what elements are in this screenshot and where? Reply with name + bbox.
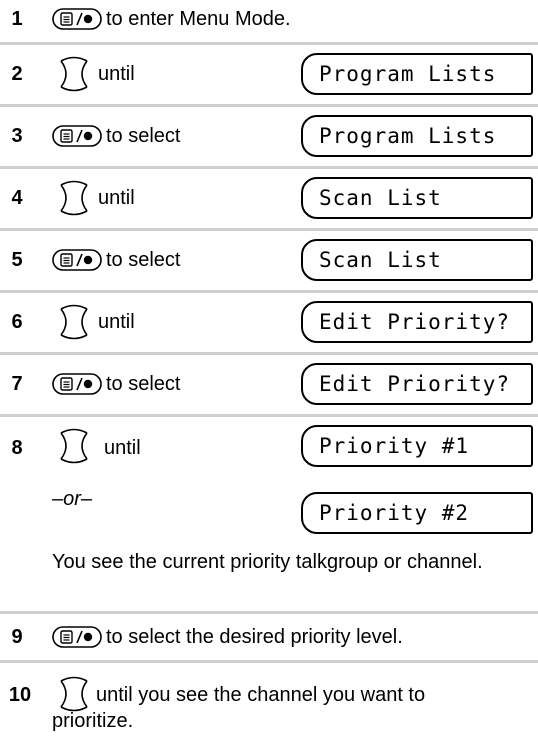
menu-select-button-icon [52, 8, 102, 30]
step-number: 3 [11, 125, 23, 147]
step-5: 5 to select Scan List [0, 231, 538, 290]
display-screen: Edit Priority? [301, 301, 533, 343]
step-10: 10 until you see the channel you want to… [0, 663, 538, 749]
display-text: Priority #1 [319, 434, 470, 458]
display-screen: Scan List [301, 177, 533, 219]
step-1: 1 to enter Menu Mode. [0, 0, 538, 42]
step-3: 3 to select Program Lists [0, 107, 538, 166]
display-screen: Program Lists [301, 53, 533, 95]
display-text: Program Lists [319, 62, 497, 86]
step-text-continued: prioritize. [52, 710, 134, 732]
step-6: 6 until Edit Priority? [0, 293, 538, 352]
step-4: 4 until Scan List [0, 169, 538, 228]
display-text: Edit Priority? [319, 372, 511, 396]
or-label: –or– [52, 488, 93, 510]
menu-select-button-icon [52, 626, 102, 648]
menu-select-button-icon [52, 125, 102, 147]
step-2: 2 until Program Lists [0, 45, 538, 104]
step-text: until [98, 63, 135, 85]
step-number: 4 [11, 187, 23, 209]
display-text: Scan List [319, 248, 442, 272]
display-screen: Edit Priority? [301, 363, 533, 405]
step-number: 5 [11, 249, 23, 271]
step-text: to enter Menu Mode. [106, 8, 291, 30]
display-screen-alternate: Priority #2 [301, 492, 533, 534]
navigate-knob-icon [55, 55, 93, 93]
step-text: to select [106, 125, 181, 147]
display-text: Priority #2 [319, 501, 470, 525]
step-number: 9 [11, 626, 23, 648]
step-text: until you see the channel you want to [96, 684, 426, 706]
display-screen: Program Lists [301, 115, 533, 157]
step-9: 9 to select the desired priority level. [0, 614, 538, 660]
step-number: 2 [11, 63, 23, 85]
step-number: 8 [11, 437, 23, 459]
step-number: 1 [11, 8, 23, 30]
step-text: until [98, 311, 135, 333]
menu-select-button-icon [52, 249, 102, 271]
navigate-knob-icon [55, 303, 93, 341]
display-screen: Scan List [301, 239, 533, 281]
step-7: 7 to select Edit Priority? [0, 355, 538, 414]
step-8: 8 until Priority #1 –or– Priority #2 You… [0, 417, 538, 611]
display-text: Scan List [319, 186, 442, 210]
navigate-knob-icon [55, 675, 93, 713]
step-number: 7 [11, 373, 23, 395]
navigate-knob-icon [55, 427, 93, 465]
step-number: 6 [11, 311, 23, 333]
step-text: until [98, 187, 135, 209]
step-note: You see the current priority talkgroup o… [52, 551, 483, 573]
display-text: Edit Priority? [319, 310, 511, 334]
step-text: to select [106, 373, 181, 395]
step-text: until [104, 437, 141, 459]
navigate-knob-icon [55, 179, 93, 217]
step-text: to select the desired priority level. [106, 626, 403, 648]
menu-select-button-icon [52, 373, 102, 395]
step-text: to select [106, 249, 181, 271]
display-text: Program Lists [319, 124, 497, 148]
display-screen: Priority #1 [301, 425, 533, 467]
step-number: 10 [8, 684, 32, 706]
